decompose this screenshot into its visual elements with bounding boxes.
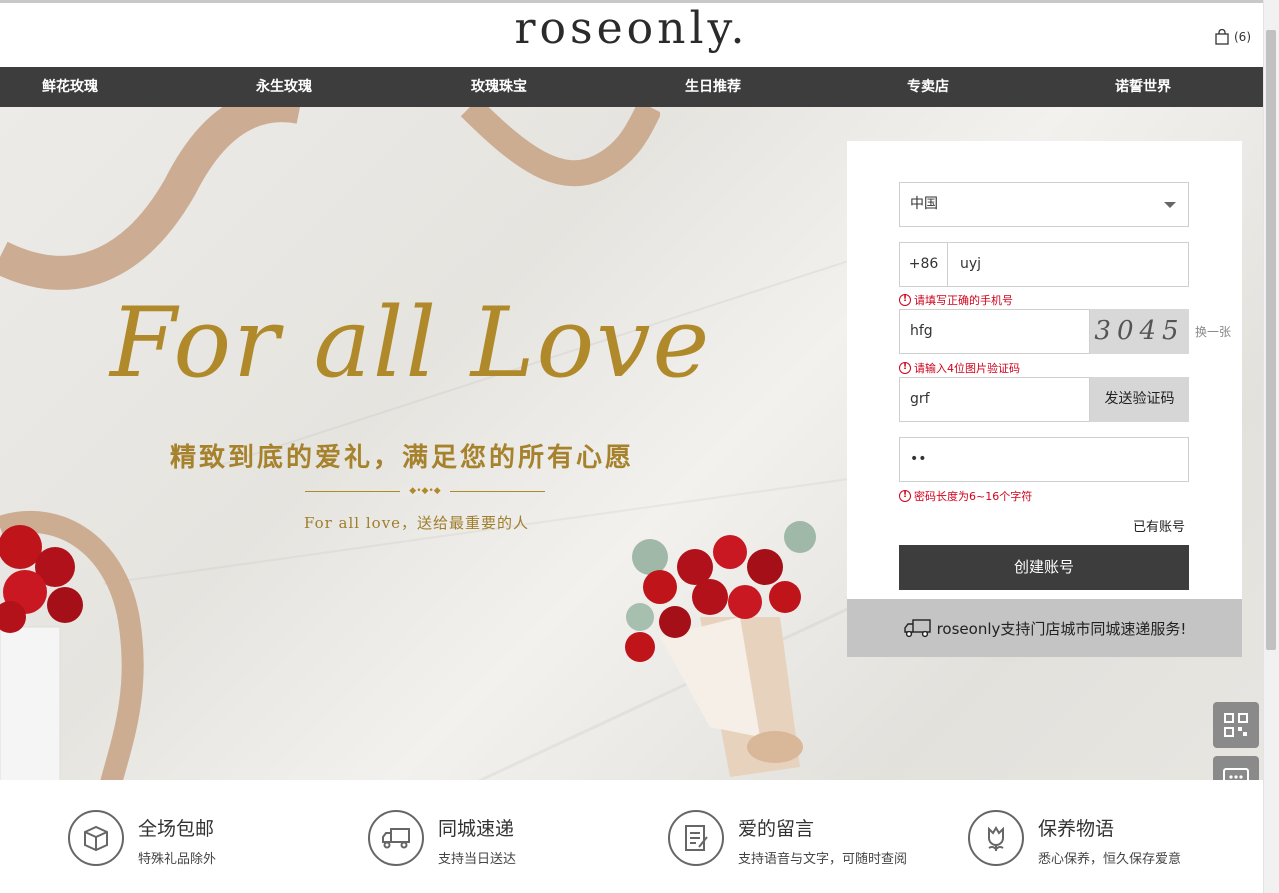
phone-field[interactable]: +86 uyj [899, 242, 1189, 287]
error-icon: ! [899, 294, 911, 306]
feature-title: 保养物语 [1038, 818, 1115, 840]
nav-item-vow-world[interactable]: 诺誓世界 [1083, 67, 1203, 107]
password-input[interactable]: •• [899, 437, 1189, 482]
register-panel: 中国 +86 uyj ! 请填写正确的手机号 hfg 3045 换一张 ! 请输… [847, 141, 1242, 657]
qr-code-icon [1224, 713, 1248, 737]
nav-item-stores[interactable]: 专卖店 [868, 67, 988, 107]
hero-script-title: For all Love [110, 287, 712, 399]
hero-divider-ornament: ◆•◆•◆ [400, 487, 450, 496]
delivery-notice-text: roseonly支持门店城市同城速递服务! [936, 619, 1187, 638]
feature-love-message: 爱的留言 支持语音与文字，可随时查阅 [668, 810, 948, 870]
scrollbar-thumb[interactable] [1266, 30, 1276, 650]
rose-bouquet-image [625, 521, 816, 777]
rose-box-image [0, 511, 144, 780]
note-icon [668, 810, 724, 866]
refresh-captcha-link[interactable]: 换一张 [1195, 323, 1231, 340]
brand-logo[interactable]: roseonly. [0, 3, 1263, 55]
password-value: •• [910, 451, 927, 467]
password-error-text: 密码长度为6~16个字符 [914, 490, 1033, 503]
box-icon [68, 810, 124, 866]
captcha-error: ! 请输入4位图片验证码 [899, 360, 1020, 376]
delivery-notice: roseonly支持门店城市同城速递服务! [847, 599, 1242, 657]
features-bar: 全场包邮 特殊礼品除外 同城速递 支持当日送达 爱的留言 支持语音与文字，可随时… [0, 780, 1263, 893]
header: roseonly. (6) [0, 3, 1263, 67]
page: roseonly. (6) 鲜花玫瑰 永生玫瑰 玫瑰珠宝 生日推荐 专卖店 诺誓… [0, 0, 1279, 893]
flower-icon [968, 810, 1024, 866]
password-error: ! 密码长度为6~16个字符 [899, 488, 1032, 504]
nav-item-fresh-roses[interactable]: 鲜花玫瑰 [10, 67, 130, 107]
captcha-input[interactable]: hfg [899, 309, 1090, 354]
captcha-image[interactable]: 3045 [1090, 309, 1189, 354]
main-nav: 鲜花玫瑰 永生玫瑰 玫瑰珠宝 生日推荐 专卖店 诺誓世界 [0, 67, 1263, 107]
create-account-button[interactable]: 创建账号 [899, 545, 1189, 590]
feature-title: 爱的留言 [738, 818, 815, 840]
delivery-truck-icon [903, 619, 931, 638]
send-code-button[interactable]: 发送验证码 [1090, 377, 1189, 422]
feature-free-shipping: 全场包邮 特殊礼品除外 [68, 810, 348, 870]
delivery-truck-icon [368, 810, 424, 866]
error-icon: ! [899, 362, 911, 374]
phone-input[interactable]: uyj [960, 243, 981, 286]
feature-care-tips: 保养物语 悉心保养，恒久保存爱意 [968, 810, 1248, 870]
nav-item-rose-jewelry[interactable]: 玫瑰珠宝 [439, 67, 559, 107]
cart-count: (6) [1234, 30, 1251, 44]
qr-code-button[interactable] [1213, 702, 1259, 748]
have-account-link[interactable]: 已有账号 [1133, 516, 1185, 535]
country-select[interactable]: 中国 [899, 182, 1189, 227]
feature-desc: 特殊礼品除外 [138, 852, 217, 867]
captcha-input-value: hfg [910, 323, 933, 339]
feature-title: 同城速递 [438, 818, 515, 840]
cart-button[interactable]: (6) [1215, 29, 1251, 45]
feature-desc: 悉心保养，恒久保存爱意 [1038, 852, 1182, 867]
ribbon-image [0, 107, 660, 290]
phone-error-text: 请填写正确的手机号 [914, 294, 1013, 307]
nav-item-birthday[interactable]: 生日推荐 [653, 67, 773, 107]
phone-error: ! 请填写正确的手机号 [899, 292, 1013, 308]
shopping-bag-icon [1215, 29, 1229, 45]
sms-code-input[interactable]: grf [899, 377, 1090, 422]
chevron-down-icon [1164, 202, 1176, 208]
hero-tagline: For all love，送给最重要的人 [304, 514, 530, 532]
sms-code-value: grf [910, 391, 930, 407]
feature-same-city-delivery: 同城速递 支持当日送达 [368, 810, 648, 870]
captcha-error-text: 请输入4位图片验证码 [914, 362, 1020, 375]
hero-subtitle: 精致到底的爱礼，满足您的所有心愿 [170, 443, 635, 473]
feature-title: 全场包邮 [138, 818, 215, 840]
phone-prefix: +86 [900, 243, 948, 286]
error-icon: ! [899, 490, 911, 502]
scrollbar[interactable] [1263, 0, 1279, 893]
feature-desc: 支持当日送达 [438, 852, 517, 867]
nav-item-eternal-roses[interactable]: 永生玫瑰 [224, 67, 344, 107]
feature-desc: 支持语音与文字，可随时查阅 [738, 852, 908, 867]
country-select-value: 中国 [910, 196, 938, 212]
